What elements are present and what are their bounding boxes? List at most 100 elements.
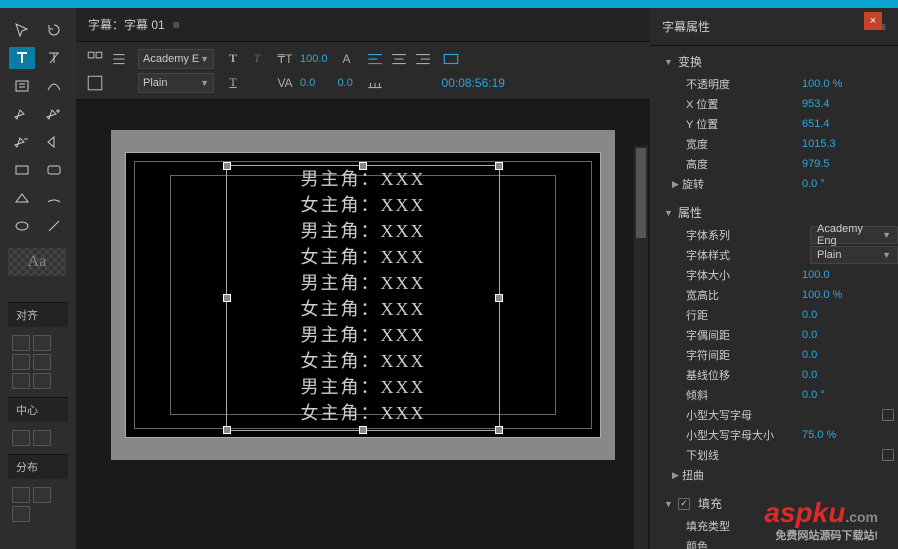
style-preview[interactable]: Aa <box>8 248 66 276</box>
title-text-line[interactable]: 女主角：XXX <box>227 348 499 374</box>
bold-icon[interactable]: T <box>224 50 242 68</box>
close-button[interactable]: × <box>864 12 882 30</box>
title-text-line[interactable]: 女主角：XXX <box>227 296 499 322</box>
smallcaps-checkbox[interactable] <box>882 409 894 421</box>
ellipse-tool-icon[interactable] <box>9 215 35 237</box>
selection-tool-icon[interactable] <box>9 19 35 41</box>
font-family-select[interactable]: Academy E▼ <box>138 49 214 69</box>
title-text-line[interactable]: 男主角：XXX <box>227 322 499 348</box>
text-selection-box[interactable]: 男主角：XXX 女主角：XXX 男主角：XXX 女主角：XXX 男主角：XXX … <box>226 165 500 431</box>
resize-handle[interactable] <box>495 426 503 434</box>
safe-area: 男主角：XXX 女主角：XXX 男主角：XXX 女主角：XXX 男主角：XXX … <box>125 152 601 438</box>
rectangle-tool-icon[interactable] <box>9 159 35 181</box>
tab-menu-icon[interactable]: ≡ <box>173 18 180 32</box>
title-text-line[interactable]: 男主角：XXX <box>227 218 499 244</box>
title-text-line[interactable]: 女主角：XXX <box>227 244 499 270</box>
x-position-value[interactable]: 953.4 <box>802 98 898 110</box>
pen-minus-tool-icon[interactable] <box>9 131 35 153</box>
align-btn[interactable] <box>12 354 30 370</box>
pen-plus-tool-icon[interactable] <box>41 103 67 125</box>
distribute-btn[interactable] <box>33 487 51 503</box>
align-btn[interactable] <box>33 373 51 389</box>
smallcapsize-value[interactable]: 75.0 % <box>802 429 898 441</box>
line-tool-icon[interactable] <box>41 215 67 237</box>
kerning-prop-value[interactable]: 0.0 <box>802 329 898 341</box>
center-btn[interactable] <box>12 430 30 446</box>
leading-prop-value[interactable]: 0.0 <box>802 309 898 321</box>
arc-tool-icon[interactable] <box>41 187 67 209</box>
rotation-value[interactable]: 0.0 ° <box>802 178 898 190</box>
title-canvas[interactable]: 男主角：XXX 女主角：XXX 男主角：XXX 女主角：XXX 男主角：XXX … <box>111 130 615 460</box>
type-tool-icon[interactable] <box>9 47 35 69</box>
align-btn[interactable] <box>12 335 30 351</box>
align-right-icon[interactable] <box>414 50 432 68</box>
baseline-value[interactable]: 0.0 <box>802 369 898 381</box>
vertical-type-tool-icon[interactable] <box>41 47 67 69</box>
template-icon[interactable] <box>86 74 104 92</box>
width-value[interactable]: 1015.3 <box>802 138 898 150</box>
properties-panel: 字幕属性×≡ ▼变换 不透明度100.0 % X 位置953.4 Y 位置651… <box>650 8 898 549</box>
roll-crawl-icon[interactable] <box>110 50 128 68</box>
leading-value[interactable]: 0.0 <box>338 77 353 89</box>
title-text-line[interactable]: 女主角：XXX <box>227 192 499 218</box>
show-video-icon[interactable] <box>442 50 460 68</box>
height-value[interactable]: 979.5 <box>802 158 898 170</box>
align-center-icon[interactable] <box>390 50 408 68</box>
attributes-section-header[interactable]: ▼属性 <box>650 200 898 225</box>
scrollbar[interactable] <box>634 146 648 549</box>
resize-handle[interactable] <box>359 162 367 170</box>
resize-handle[interactable] <box>223 294 231 302</box>
distribute-btn[interactable] <box>12 487 30 503</box>
rotation-label: 旋转 <box>682 176 802 192</box>
rotate-tool-icon[interactable] <box>41 19 67 41</box>
fill-checkbox[interactable]: ✓ <box>678 498 690 510</box>
font-size-prop-value[interactable]: 100.0 <box>802 269 898 281</box>
tracking-prop-value[interactable]: 0.0 <box>802 349 898 361</box>
titlebar <box>0 0 898 8</box>
resize-handle[interactable] <box>223 162 231 170</box>
align-left-icon[interactable] <box>366 50 384 68</box>
underline-icon[interactable]: T <box>224 74 242 92</box>
font-size-value[interactable]: 100.0 <box>300 53 328 65</box>
title-text-line[interactable]: 女主角：XXX <box>227 400 499 426</box>
convert-point-tool-icon[interactable] <box>41 131 67 153</box>
align-btn[interactable] <box>12 373 30 389</box>
pen-tool-icon[interactable] <box>9 103 35 125</box>
kerning-value[interactable]: 0.0 <box>300 77 315 89</box>
area-type-tool-icon[interactable] <box>9 75 35 97</box>
rounded-rect-tool-icon[interactable] <box>41 159 67 181</box>
distort-label[interactable]: 扭曲 <box>682 467 898 483</box>
font-family-prop-select[interactable]: Academy Eng▼ <box>810 226 898 244</box>
resize-handle[interactable] <box>223 426 231 434</box>
slant-value[interactable]: 0.0 ° <box>802 389 898 401</box>
aspect-value[interactable]: 100.0 % <box>802 289 898 301</box>
opacity-value[interactable]: 100.0 % <box>802 78 898 90</box>
align-btn[interactable] <box>33 354 51 370</box>
resize-handle[interactable] <box>495 162 503 170</box>
center-buttons <box>8 426 68 450</box>
align-btn[interactable] <box>33 335 51 351</box>
templates-icon[interactable] <box>86 50 104 68</box>
font-style-prop-select[interactable]: Plain▼ <box>810 246 898 264</box>
path-type-tool-icon[interactable] <box>41 75 67 97</box>
resize-handle[interactable] <box>495 294 503 302</box>
center-panel: 字幕：字幕 01 ≡ Academy E▼ Plain▼ T T <box>76 8 650 549</box>
scrollbar-thumb[interactable] <box>636 148 646 238</box>
distribute-section-label: 分布 <box>8 454 68 479</box>
tab-stops-icon[interactable] <box>366 74 384 92</box>
center-btn[interactable] <box>33 430 51 446</box>
wedge-tool-icon[interactable] <box>9 187 35 209</box>
transform-section-header[interactable]: ▼变换 <box>650 49 898 74</box>
underline-checkbox[interactable] <box>882 449 894 461</box>
timecode[interactable]: 00:08:56:19 <box>442 76 505 90</box>
italic-icon[interactable]: T <box>248 50 266 68</box>
font-style-select[interactable]: Plain▼ <box>138 73 214 93</box>
main-layout: Aa 对齐 中心 分布 字幕：字幕 01 ≡ <box>0 8 898 549</box>
title-text-line[interactable]: 男主角：XXX <box>227 270 499 296</box>
resize-handle[interactable] <box>359 426 367 434</box>
font-style-label: 字体样式 <box>686 247 810 263</box>
title-text-line[interactable]: 男主角：XXX <box>227 374 499 400</box>
y-position-value[interactable]: 651.4 <box>802 118 898 130</box>
title-tab[interactable]: 字幕：字幕 01 <box>88 16 165 33</box>
distribute-btn[interactable] <box>12 506 30 522</box>
